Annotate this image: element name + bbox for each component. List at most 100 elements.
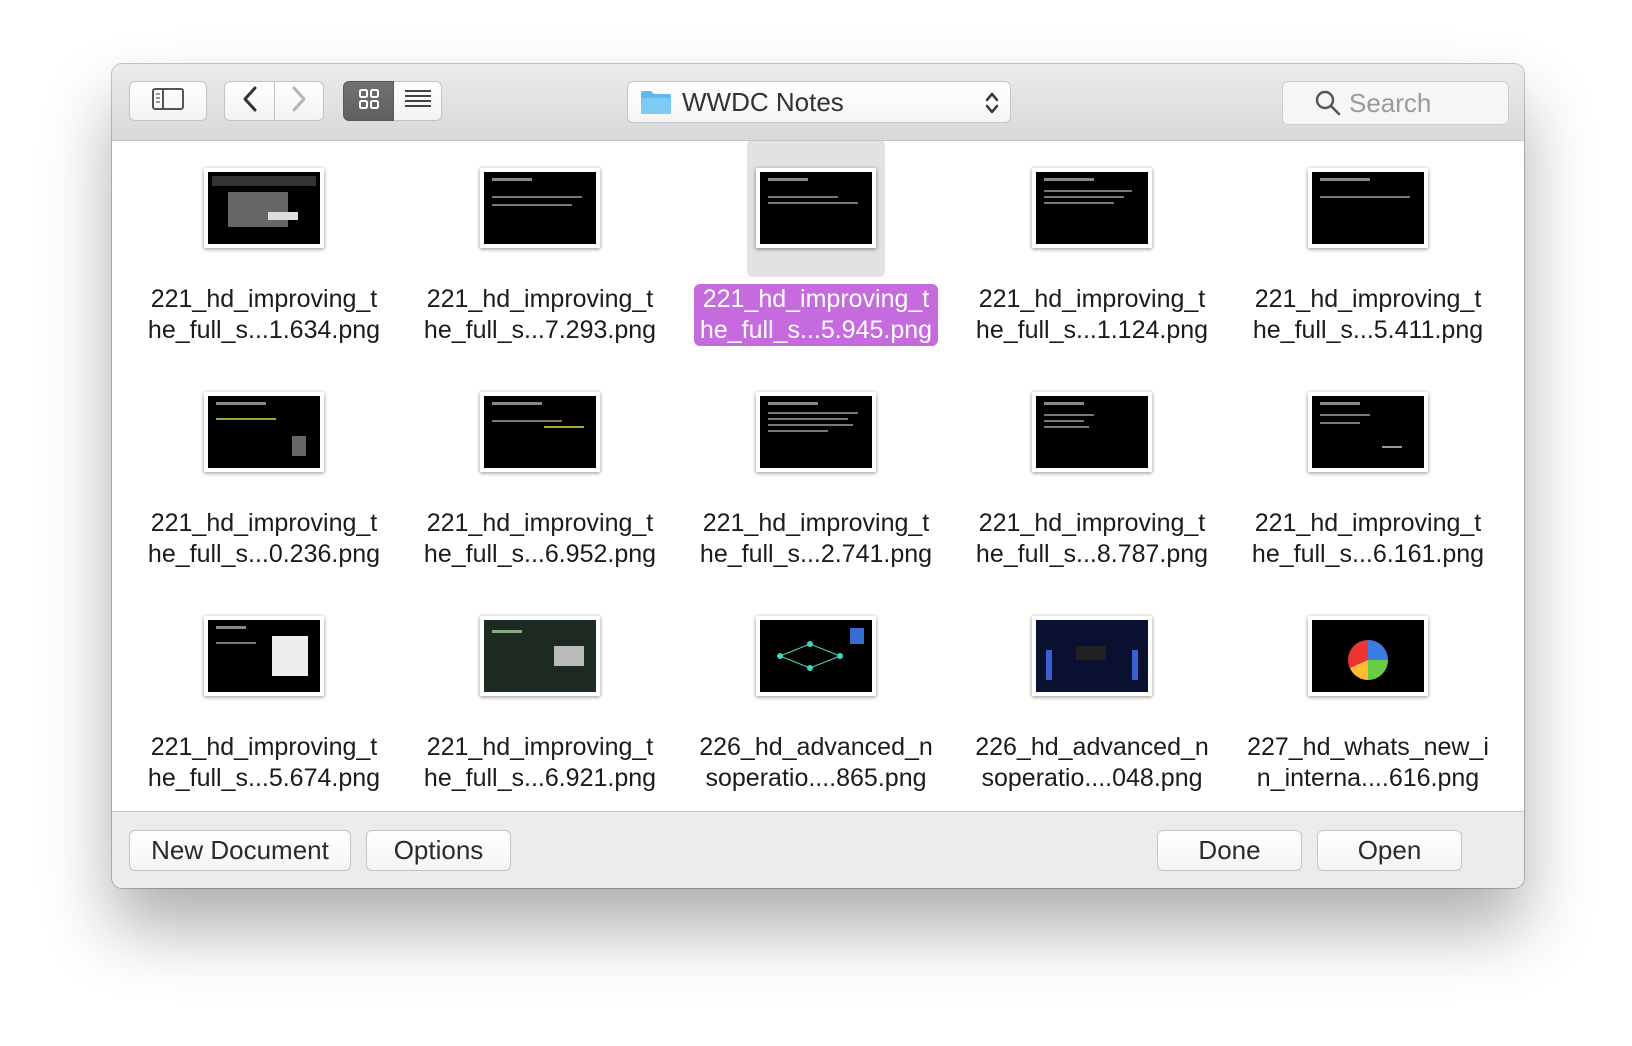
file-thumbnail-container[interactable] (1299, 587, 1437, 725)
file-name[interactable]: 221_hd_improving_t he_full_s...7.293.png (402, 284, 678, 346)
file-name-line2: n_interna....616.png (1256, 764, 1480, 792)
file-thumbnail[interactable] (480, 392, 600, 472)
file-thumbnail[interactable] (756, 168, 876, 248)
file-name-line2: he_full_s...2.741.png (699, 540, 933, 568)
file-name-line2: he_full_s...5.945.png (699, 316, 933, 344)
file-thumbnail-container[interactable] (747, 587, 885, 725)
back-button[interactable] (224, 81, 275, 121)
search-placeholder: Search (1349, 87, 1432, 118)
file-name[interactable]: 221_hd_improving_t he_full_s...1.124.png (954, 284, 1230, 346)
file-thumbnail-container[interactable] (1023, 363, 1161, 501)
options-button[interactable]: Options (366, 830, 511, 871)
file-thumbnail[interactable] (1308, 616, 1428, 696)
file-thumbnail[interactable] (1032, 168, 1152, 248)
file-name-line1: 226_hd_advanced_n (975, 733, 1209, 761)
file-name[interactable]: 221_hd_improving_t he_full_s...5.411.png (1230, 284, 1506, 346)
icon-view-button[interactable] (343, 81, 394, 121)
file-name-line1: 221_hd_improving_t (978, 509, 1206, 537)
file-item[interactable]: 221_hd_improving_t he_full_s...2.741.png (678, 360, 954, 584)
file-name-line2: soperatio....048.png (981, 764, 1203, 792)
file-name-label: 221_hd_improving_t he_full_s...6.952.png (418, 508, 662, 570)
file-name[interactable]: 221_hd_improving_t he_full_s...6.921.png (402, 732, 678, 794)
file-thumbnail-container[interactable] (195, 587, 333, 725)
file-thumbnail[interactable] (480, 616, 600, 696)
file-name-label: 226_hd_advanced_n soperatio....048.png (969, 732, 1215, 794)
file-name[interactable]: 221_hd_improving_t he_full_s...5.945.png (678, 284, 954, 346)
open-button[interactable]: Open (1317, 830, 1462, 871)
chevron-left-icon (242, 85, 258, 118)
file-name-label: 221_hd_improving_t he_full_s...5.411.png (1247, 284, 1489, 346)
file-name[interactable]: 226_hd_advanced_n soperatio....048.png (954, 732, 1230, 794)
updown-chevron-icon (984, 89, 1000, 122)
file-item[interactable]: 221_hd_improving_t he_full_s...7.293.png (402, 141, 678, 360)
file-item[interactable]: 221_hd_improving_t he_full_s...1.124.png (954, 141, 1230, 360)
file-name-label: 221_hd_improving_t he_full_s...1.124.png (970, 284, 1214, 346)
file-item[interactable]: 221_hd_improving_t he_full_s...1.634.png (126, 141, 402, 360)
file-name-line2: he_full_s...7.293.png (423, 316, 657, 344)
forward-button[interactable] (275, 81, 324, 121)
file-name-line2: he_full_s...5.411.png (1252, 316, 1484, 344)
file-thumbnail-container[interactable] (471, 141, 609, 277)
file-name[interactable]: 221_hd_improving_t he_full_s...1.634.png (126, 284, 402, 346)
file-thumbnail[interactable] (1308, 392, 1428, 472)
file-thumbnail-container[interactable] (1299, 363, 1437, 501)
file-thumbnail-container[interactable] (195, 363, 333, 501)
file-thumbnail-container[interactable] (471, 587, 609, 725)
file-thumbnail[interactable] (756, 616, 876, 696)
file-thumbnail-container[interactable] (1023, 587, 1161, 725)
file-name-line1: 227_hd_whats_new_i (1247, 733, 1489, 761)
file-item[interactable]: 221_hd_improving_t he_full_s...8.787.png (954, 360, 1230, 584)
file-name-label: 221_hd_improving_t he_full_s...8.787.png (970, 508, 1214, 570)
file-thumbnail[interactable] (480, 168, 600, 248)
file-name-label: 221_hd_improving_t he_full_s...5.674.png (142, 732, 386, 794)
file-name[interactable]: 221_hd_improving_t he_full_s...5.674.png (126, 732, 402, 794)
file-item[interactable]: 221_hd_improving_t he_full_s...6.161.png (1230, 360, 1506, 584)
toolbar: WWDC Notes Search (112, 64, 1524, 141)
file-name[interactable]: 221_hd_improving_t he_full_s...0.236.png (126, 508, 402, 570)
file-thumbnail[interactable] (204, 168, 324, 248)
file-thumbnail[interactable] (1032, 392, 1152, 472)
file-item[interactable]: 221_hd_improving_t he_full_s...6.921.png (402, 584, 678, 808)
file-item[interactable]: 226_hd_advanced_n soperatio....048.png (954, 584, 1230, 808)
file-name-line1: 221_hd_improving_t (426, 733, 654, 761)
file-thumbnail-container[interactable] (1023, 141, 1161, 277)
file-name[interactable]: 221_hd_improving_t he_full_s...8.787.png (954, 508, 1230, 570)
file-name-label: 221_hd_improving_t he_full_s...6.921.png (418, 732, 662, 794)
file-item[interactable]: 226_hd_advanced_n soperatio....865.png (678, 584, 954, 808)
file-name-label: 227_hd_whats_new_i n_interna....616.png (1241, 732, 1495, 794)
file-thumbnail[interactable] (756, 392, 876, 472)
file-item[interactable]: 221_hd_improving_t he_full_s...0.236.png (126, 360, 402, 584)
file-thumbnail[interactable] (204, 616, 324, 696)
new-document-button[interactable]: New Document (129, 830, 351, 871)
file-thumbnail-container[interactable] (747, 141, 885, 277)
file-name[interactable]: 227_hd_whats_new_i n_interna....616.png (1230, 732, 1506, 794)
file-item[interactable]: 221_hd_improving_t he_full_s...5.945.png (678, 141, 954, 360)
bottom-bar: New Document Options Done Open (112, 812, 1524, 888)
file-item[interactable]: 221_hd_improving_t he_full_s...6.952.png (402, 360, 678, 584)
file-name-label: 221_hd_improving_t he_full_s...0.236.png (142, 508, 386, 570)
file-name[interactable]: 226_hd_advanced_n soperatio....865.png (678, 732, 954, 794)
folder-icon (640, 89, 672, 115)
file-name[interactable]: 221_hd_improving_t he_full_s...2.741.png (678, 508, 954, 570)
file-thumbnail[interactable] (1308, 168, 1428, 248)
search-field[interactable]: Search (1282, 81, 1509, 125)
sidebar-toggle-button[interactable] (129, 81, 207, 121)
file-thumbnail[interactable] (1032, 616, 1152, 696)
folder-path-popup[interactable]: WWDC Notes (627, 81, 1011, 123)
file-name-label: 221_hd_improving_t he_full_s...1.634.png (142, 284, 386, 346)
file-name[interactable]: 221_hd_improving_t he_full_s...6.161.png (1230, 508, 1506, 570)
done-button[interactable]: Done (1157, 830, 1302, 871)
file-name[interactable]: 221_hd_improving_t he_full_s...6.952.png (402, 508, 678, 570)
file-thumbnail[interactable] (204, 392, 324, 472)
file-thumbnail-container[interactable] (471, 363, 609, 501)
file-item[interactable]: 227_hd_whats_new_i n_interna....616.png (1230, 584, 1506, 808)
file-thumbnail-container[interactable] (195, 141, 333, 277)
file-name-line2: he_full_s...0.236.png (147, 540, 381, 568)
file-item[interactable]: 221_hd_improving_t he_full_s...5.411.png (1230, 141, 1506, 360)
file-thumbnail-container[interactable] (1299, 141, 1437, 277)
file-thumbnail-container[interactable] (747, 363, 885, 501)
file-name-line1: 221_hd_improving_t (978, 285, 1206, 313)
file-item[interactable]: 221_hd_improving_t he_full_s...5.674.png (126, 584, 402, 808)
file-name-line1: 221_hd_improving_t (1254, 285, 1482, 313)
list-view-button[interactable] (394, 81, 442, 121)
